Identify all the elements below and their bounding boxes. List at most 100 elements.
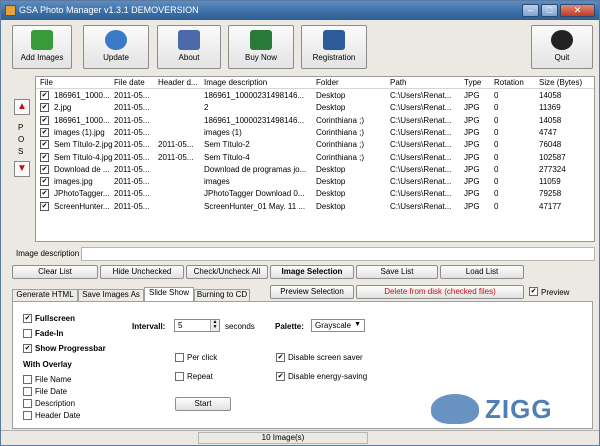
row-checkbox[interactable]: ✔	[40, 152, 49, 162]
hide-unchecked-button[interactable]: Hide Unchecked	[100, 265, 184, 279]
col-size[interactable]: Size (Bytes)	[539, 78, 582, 87]
table-row[interactable]: ✔ Sem Título-4.jpg 2011-05... 2011-05... Sem…	[36, 152, 594, 164]
start-button[interactable]: Start	[175, 397, 231, 411]
row-checkbox[interactable]: ✔	[40, 103, 49, 113]
quit-button[interactable]: Quit	[531, 25, 593, 69]
move-up-button[interactable]: ▲	[14, 99, 30, 115]
table-cell: 0	[494, 140, 499, 150]
table-row[interactable]: ✔ images.jpg 2011-05... images Desktop C:\Use…	[36, 176, 594, 188]
fadein-checkbox[interactable]	[23, 329, 32, 338]
clear-list-button[interactable]: Clear List	[12, 265, 98, 279]
col-image-description[interactable]: Image description	[204, 78, 267, 87]
row-checkbox[interactable]: ✔	[40, 115, 49, 125]
table-cell: ScreenHunter...	[54, 201, 110, 211]
progressbar-label: Show Progressbar	[35, 344, 106, 353]
tab-burning-to-cd[interactable]: Burning to CD	[194, 289, 250, 301]
table-cell: 0	[494, 152, 499, 162]
description-checkbox[interactable]	[23, 399, 32, 408]
col-file-date[interactable]: File date	[114, 78, 145, 87]
table-cell: JPG	[464, 127, 480, 137]
update-globe-icon	[105, 30, 127, 50]
power-icon	[551, 30, 573, 50]
table-cell: C:\Users\Renat...	[390, 164, 452, 174]
table-cell: JPG	[464, 152, 480, 162]
col-file[interactable]: File	[40, 78, 53, 87]
move-down-button[interactable]: ▼	[14, 161, 30, 177]
registration-button[interactable]: Registration	[301, 25, 367, 69]
table-cell: 2011-05...	[158, 152, 194, 162]
table-cell: 277324	[539, 164, 566, 174]
update-button[interactable]: Update	[83, 25, 149, 69]
file-name-checkbox[interactable]	[23, 375, 32, 384]
progressbar-checkbox[interactable]: ✔	[23, 344, 32, 353]
repeat-checkbox[interactable]	[175, 372, 184, 381]
tab-generate-html[interactable]: Generate HTML	[12, 289, 78, 301]
fullscreen-checkbox[interactable]: ✔	[23, 314, 32, 323]
seconds-label: seconds	[225, 322, 255, 331]
image-description-input[interactable]	[81, 247, 595, 261]
table-cell: 186961_10000231498146...	[204, 115, 305, 125]
palette-value: Grayscale	[315, 321, 352, 330]
disable-screen-saver-checkbox[interactable]: ✔	[276, 353, 285, 362]
buy-now-button[interactable]: Buy Now	[228, 25, 294, 69]
row-checkbox[interactable]: ✔	[40, 127, 49, 137]
table-row[interactable]: ✔ 186961_1000... 2011-05... 186961_10000231…	[36, 115, 594, 127]
table-cell: JPhotoTagger Download 0...	[204, 189, 305, 199]
maximize-button[interactable]: □	[541, 4, 558, 17]
close-button[interactable]: ✕	[560, 4, 595, 17]
table-row[interactable]: ✔ 2.jpg 2011-05... 2 Desktop C:\Users\Renat..…	[36, 102, 594, 114]
table-cell: 0	[494, 127, 499, 137]
delete-from-disk-button[interactable]: Delete from disk (checked files)	[356, 285, 524, 299]
load-list-button[interactable]: Load List	[440, 265, 524, 279]
check-uncheck-all-button[interactable]: Check/Uncheck All	[186, 265, 268, 279]
table-cell: 14058	[539, 91, 562, 100]
table-row[interactable]: ✔ 186961_1000... 2011-05... 186961_10000231…	[36, 90, 594, 102]
tab-save-images-as[interactable]: Save Images As	[78, 289, 144, 301]
table-row[interactable]: ✔ Sem Título-2.jpg 2011-05... 2011-05... Sem…	[36, 139, 594, 151]
save-list-button[interactable]: Save List	[356, 265, 438, 279]
disable-energy-saving-checkbox[interactable]: ✔	[276, 372, 285, 381]
table-row[interactable]: ✔ JPhotoTagger... 2011-05... JPhotoTagger D…	[36, 188, 594, 200]
row-checkbox[interactable]: ✔	[40, 189, 49, 199]
per-click-checkbox[interactable]	[175, 353, 184, 362]
col-rotation[interactable]: Rotation	[494, 78, 524, 87]
table-row[interactable]: ✔ Download de ... 2011-05... Download de pr…	[36, 164, 594, 176]
table-cell: C:\Users\Renat...	[390, 152, 452, 162]
image-selection-button[interactable]: Image Selection	[270, 265, 354, 279]
table-cell: JPG	[464, 177, 480, 187]
table-cell: Desktop	[316, 103, 346, 113]
col-path[interactable]: Path	[390, 78, 406, 87]
table-cell: Sem Título-4.jpg	[54, 152, 113, 162]
table-cell: JPG	[464, 189, 480, 199]
file-date-checkbox[interactable]	[23, 387, 32, 396]
table-cell: C:\Users\Renat...	[390, 177, 452, 187]
row-checkbox[interactable]: ✔	[40, 140, 49, 150]
minimize-button[interactable]: –	[522, 4, 539, 17]
add-images-button[interactable]: Add Images	[12, 25, 72, 69]
tab-slide-show[interactable]: Slide Show	[144, 287, 194, 301]
row-checkbox[interactable]: ✔	[40, 91, 49, 100]
table-cell: 2011-05...	[114, 164, 150, 174]
table-cell: 2011-05...	[114, 115, 150, 125]
header-date-checkbox[interactable]	[23, 411, 32, 420]
palette-select[interactable]: Grayscale ▼	[311, 319, 365, 332]
preview-checkbox[interactable]: ✔	[529, 287, 538, 296]
col-header-date[interactable]: Header d...	[158, 78, 198, 87]
about-button[interactable]: About	[157, 25, 221, 69]
row-checkbox[interactable]: ✔	[40, 177, 49, 187]
image-description-label: Image description	[16, 249, 80, 258]
pos-letter: O	[18, 135, 25, 144]
table-row[interactable]: ✔ ScreenHunter... 2011-05... ScreenHunter_0…	[36, 201, 594, 213]
image-list[interactable]: File File date Header d... Image descrip…	[35, 76, 595, 242]
row-checkbox[interactable]: ✔	[40, 164, 49, 174]
table-row[interactable]: ✔ images (1).jpg 2011-05... images (1) Corin…	[36, 127, 594, 139]
col-type[interactable]: Type	[464, 78, 481, 87]
table-cell: images	[204, 177, 230, 187]
col-folder[interactable]: Folder	[316, 78, 339, 87]
interval-spinner[interactable]: 5 ▲ ▼	[174, 319, 220, 332]
preview-selection-button[interactable]: Preview Selection	[270, 285, 354, 299]
row-checkbox[interactable]: ✔	[40, 201, 49, 211]
table-cell: ScreenHunter_01 May. 11 ...	[204, 201, 306, 211]
table-cell: images.jpg	[54, 177, 93, 187]
spin-arrows-icon[interactable]: ▲ ▼	[210, 320, 219, 331]
